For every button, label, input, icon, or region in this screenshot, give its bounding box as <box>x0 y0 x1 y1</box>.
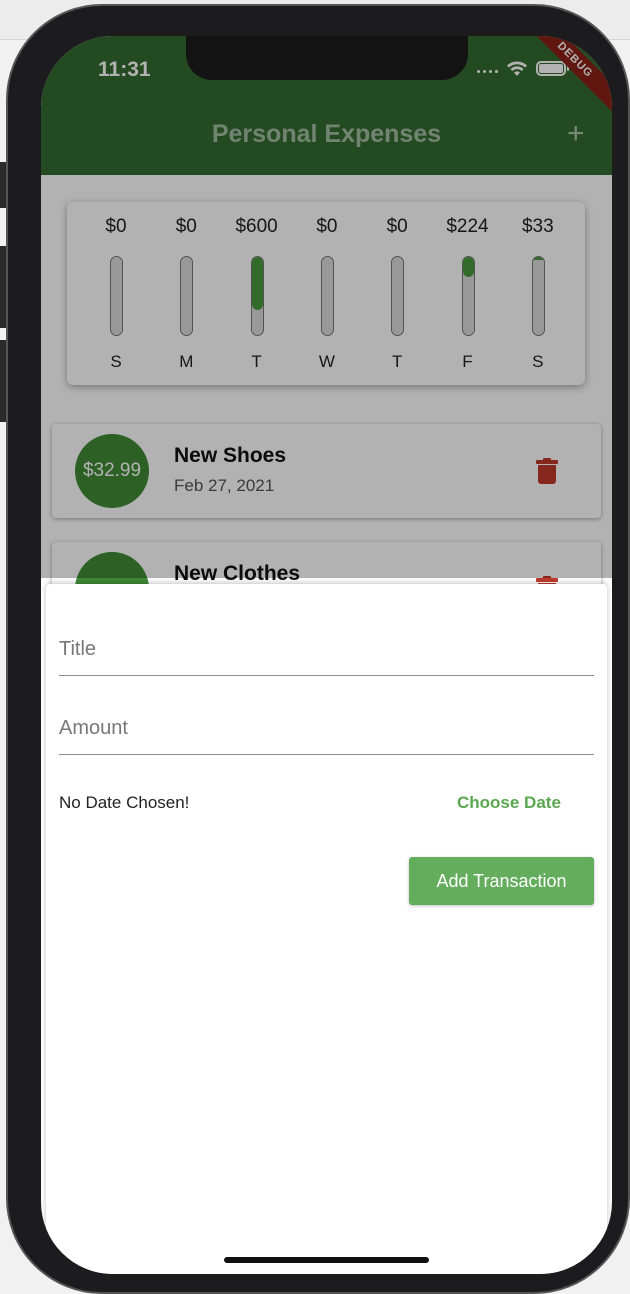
home-indicator[interactable] <box>224 1257 429 1263</box>
amount-input[interactable] <box>59 693 594 754</box>
amount-field[interactable] <box>59 693 594 755</box>
add-transaction-button[interactable]: Add Transaction <box>409 857 594 905</box>
phone-frame: 11:31 DEBUG Personal Expenses + $0 S $0 M $6… <box>6 4 630 1294</box>
modal-scrim[interactable] <box>41 36 612 578</box>
title-input[interactable] <box>59 614 594 675</box>
new-transaction-sheet: No Date Chosen! Choose Date Add Transact… <box>46 584 607 1274</box>
app-screen: 11:31 DEBUG Personal Expenses + $0 S $0 M $6… <box>41 36 612 1274</box>
date-status-label: No Date Chosen! <box>59 793 190 812</box>
title-field[interactable] <box>59 614 594 676</box>
choose-date-button[interactable]: Choose Date <box>457 793 561 813</box>
